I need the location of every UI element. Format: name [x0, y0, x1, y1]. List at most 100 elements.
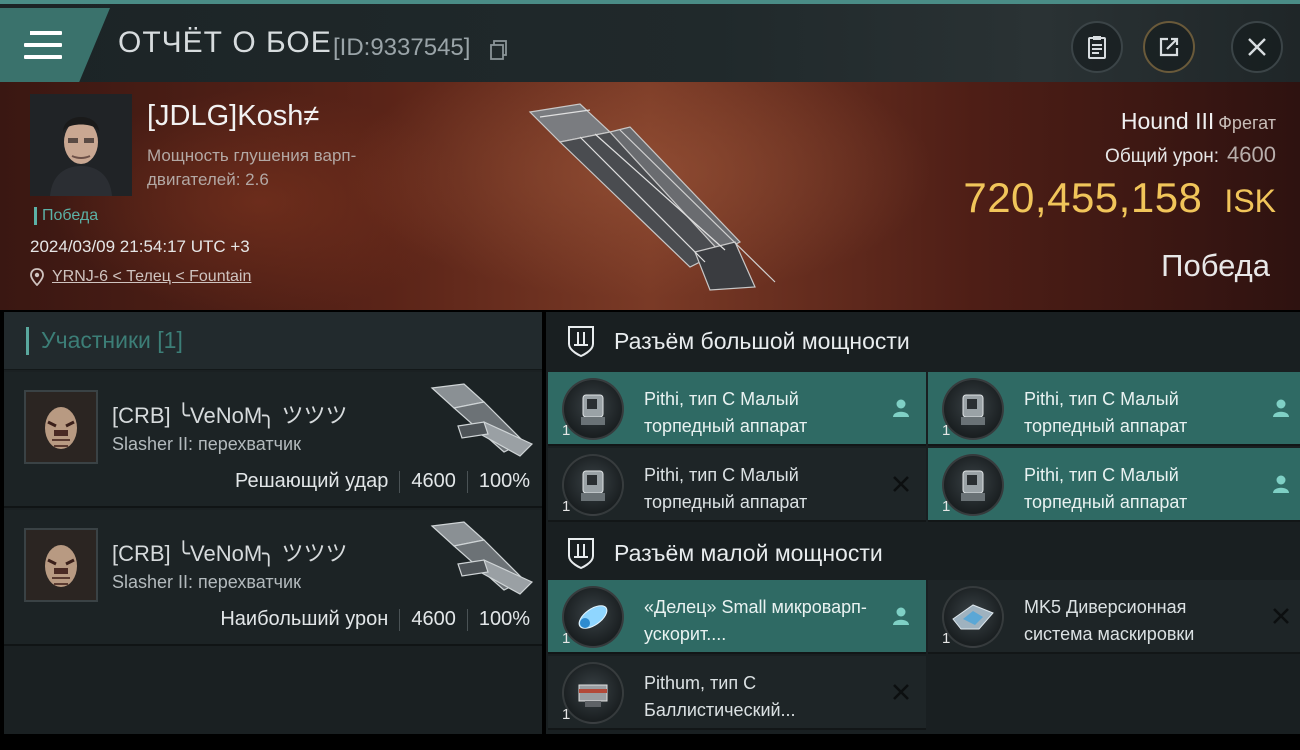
pilot-avatar	[30, 94, 132, 196]
microwarpdrive-icon	[562, 586, 624, 648]
destroyed-icon	[1273, 608, 1289, 624]
module-slot[interactable]: 1 Pithum, тип C Баллистический...	[548, 656, 926, 730]
participant-card[interactable]: [CRB] ╰VeNoM╮ ツツツ Slasher II: перехватчи…	[4, 372, 542, 508]
participant-avatar	[24, 390, 98, 464]
victim-ship[interactable]: Hound III Фрегат	[1121, 108, 1276, 135]
low-slot-header: Разъём малой мощности	[546, 524, 1300, 582]
module-quantity: 1	[562, 422, 571, 439]
divider	[466, 470, 468, 493]
header-accent-bar	[26, 326, 29, 355]
torpedo-launcher-icon	[562, 378, 624, 440]
destroyed-icon	[893, 476, 909, 492]
cloaking-device-icon	[942, 586, 1004, 648]
pilot-icon	[1273, 399, 1289, 417]
participants-header[interactable]: Участники [1]	[4, 312, 542, 370]
participant-card[interactable]: [CRB] ╰VeNoM╮ ツツツ Slasher II: перехватчи…	[4, 510, 542, 646]
participant-role: Наибольший урон	[220, 608, 389, 630]
module-name: MK5 Диверсионная система маскировки	[1024, 597, 1195, 644]
isk-value: 720,455,158 ISK	[963, 174, 1276, 222]
low-slot-icon	[568, 538, 594, 570]
pilot-icon	[1273, 475, 1289, 493]
module-quantity: 1	[942, 498, 951, 515]
clipboard-icon	[1088, 36, 1106, 59]
close-button[interactable]	[1231, 21, 1283, 73]
ballistic-control-icon	[562, 662, 624, 724]
torpedo-launcher-icon	[942, 454, 1004, 516]
victim-portrait[interactable]	[30, 94, 132, 196]
destroyed-icon	[893, 684, 909, 700]
module-slot[interactable]: 1 Pithi, тип C Малый торпедный аппарат	[548, 448, 926, 522]
module-quantity: 1	[562, 498, 571, 515]
victim-ship-render	[528, 103, 776, 291]
participant-name: [CRB] ╰VeNoM╮ ツツツ	[112, 403, 348, 428]
module-name: Pithi, тип C Малый торпедный аппарат	[644, 465, 808, 512]
share-button[interactable]	[1143, 21, 1195, 73]
copy-icon[interactable]	[490, 40, 508, 60]
victim-summary: [JDLG]Kosh≠ Мощность глушения варп-двига…	[0, 82, 1300, 310]
participant-ship: Slasher II: перехватчик	[112, 434, 301, 454]
pilot-icon	[893, 399, 909, 417]
clipboard-button[interactable]	[1071, 21, 1123, 73]
module-quantity: 1	[942, 630, 951, 647]
high-slot-title: Разъём большой мощности	[614, 327, 910, 354]
total-damage-value: 4600	[1227, 142, 1276, 167]
divider	[399, 608, 401, 631]
participant-stats: Наибольший урон 4600 100%	[220, 608, 530, 631]
module-slot[interactable]: 1 MK5 Диверсионная система маскировки	[928, 580, 1300, 654]
participant-ship: Slasher II: перехватчик	[112, 572, 301, 592]
divider	[399, 470, 401, 493]
participant-ship-icon	[430, 521, 534, 595]
module-quantity: 1	[562, 630, 571, 647]
battle-location[interactable]: YRNJ-6 < Телец < Fountain	[30, 268, 251, 286]
module-slot[interactable]: 1 «Делец» Small микроварп-ускорит....	[548, 580, 926, 654]
participants-panel: Участники [1] [CRB] ╰VeNoM╮ ツツツ Slasher …	[4, 312, 542, 734]
participant-percent: 100%	[478, 608, 530, 630]
module-name: Pithi, тип C Малый торпедный аппарат	[1024, 465, 1188, 512]
torpedo-launcher-icon	[562, 454, 624, 516]
divider	[466, 608, 468, 631]
module-quantity: 1	[562, 706, 571, 723]
top-bar: ОТЧЁТ О БОЕ [ID:9337545]	[0, 0, 1300, 82]
participant-avatar	[24, 528, 98, 602]
low-slot-title: Разъём малой мощности	[614, 539, 883, 566]
total-damage-label: Общий урон:	[1105, 146, 1220, 167]
module-name: «Делец» Small микроварп-ускорит....	[644, 597, 867, 644]
share-icon	[1159, 37, 1179, 57]
page-title: ОТЧЁТ О БОЕ	[118, 26, 332, 59]
report-id: [ID:9337545]	[333, 34, 471, 61]
ship-name: Hound III	[1120, 108, 1215, 134]
ship-class: Фрегат	[1218, 113, 1276, 133]
module-slot[interactable]: 1 Pithi, тип C Малый торпедный аппарат	[928, 372, 1300, 446]
total-damage: Общий урон: 4600	[1105, 142, 1276, 168]
participant-stats: Решающий удар 4600 100%	[235, 470, 530, 493]
location-pin-icon	[30, 268, 44, 286]
location-link[interactable]: YRNJ-6 < Телец < Fountain	[52, 268, 251, 286]
participant-role: Решающий удар	[234, 470, 389, 492]
victim-name[interactable]: [JDLG]Kosh≠	[147, 100, 319, 133]
participant-name: [CRB] ╰VeNoM╮ ツツツ	[112, 541, 348, 566]
battle-result: Победа	[1161, 248, 1270, 283]
high-slot-icon	[568, 326, 594, 358]
module-name: Pithi, тип C Малый торпедный аппарат	[644, 389, 808, 436]
isk-amount: 720,455,158	[963, 174, 1203, 221]
participants-title: Участники [1]	[41, 327, 183, 353]
module-quantity: 1	[942, 422, 951, 439]
participant-ship-icon	[430, 383, 534, 457]
menu-icon	[24, 31, 62, 59]
torpedo-launcher-icon	[942, 378, 1004, 440]
module-slot[interactable]: 1 Pithi, тип C Малый торпедный аппарат	[928, 448, 1300, 522]
close-icon	[1248, 38, 1266, 56]
module-slot[interactable]: 1 Pithi, тип C Малый торпедный аппарат	[548, 372, 926, 446]
menu-button[interactable]	[0, 8, 110, 82]
isk-unit: ISK	[1224, 183, 1276, 219]
victory-tag: Победа	[34, 207, 98, 225]
high-slot-header: Разъём большой мощности	[546, 312, 1300, 370]
module-name: Pithum, тип C Баллистический...	[644, 673, 796, 720]
bottom-edge	[0, 736, 1300, 750]
pilot-icon	[893, 607, 909, 625]
participant-percent: 100%	[478, 470, 530, 492]
participant-damage: 4600	[411, 608, 456, 630]
battle-datetime: 2024/03/09 21:54:17 UTC +3	[30, 237, 250, 256]
fitting-panel: Разъём большой мощности 1 Pithi, тип C М…	[546, 312, 1300, 734]
participant-damage: 4600	[411, 470, 456, 492]
